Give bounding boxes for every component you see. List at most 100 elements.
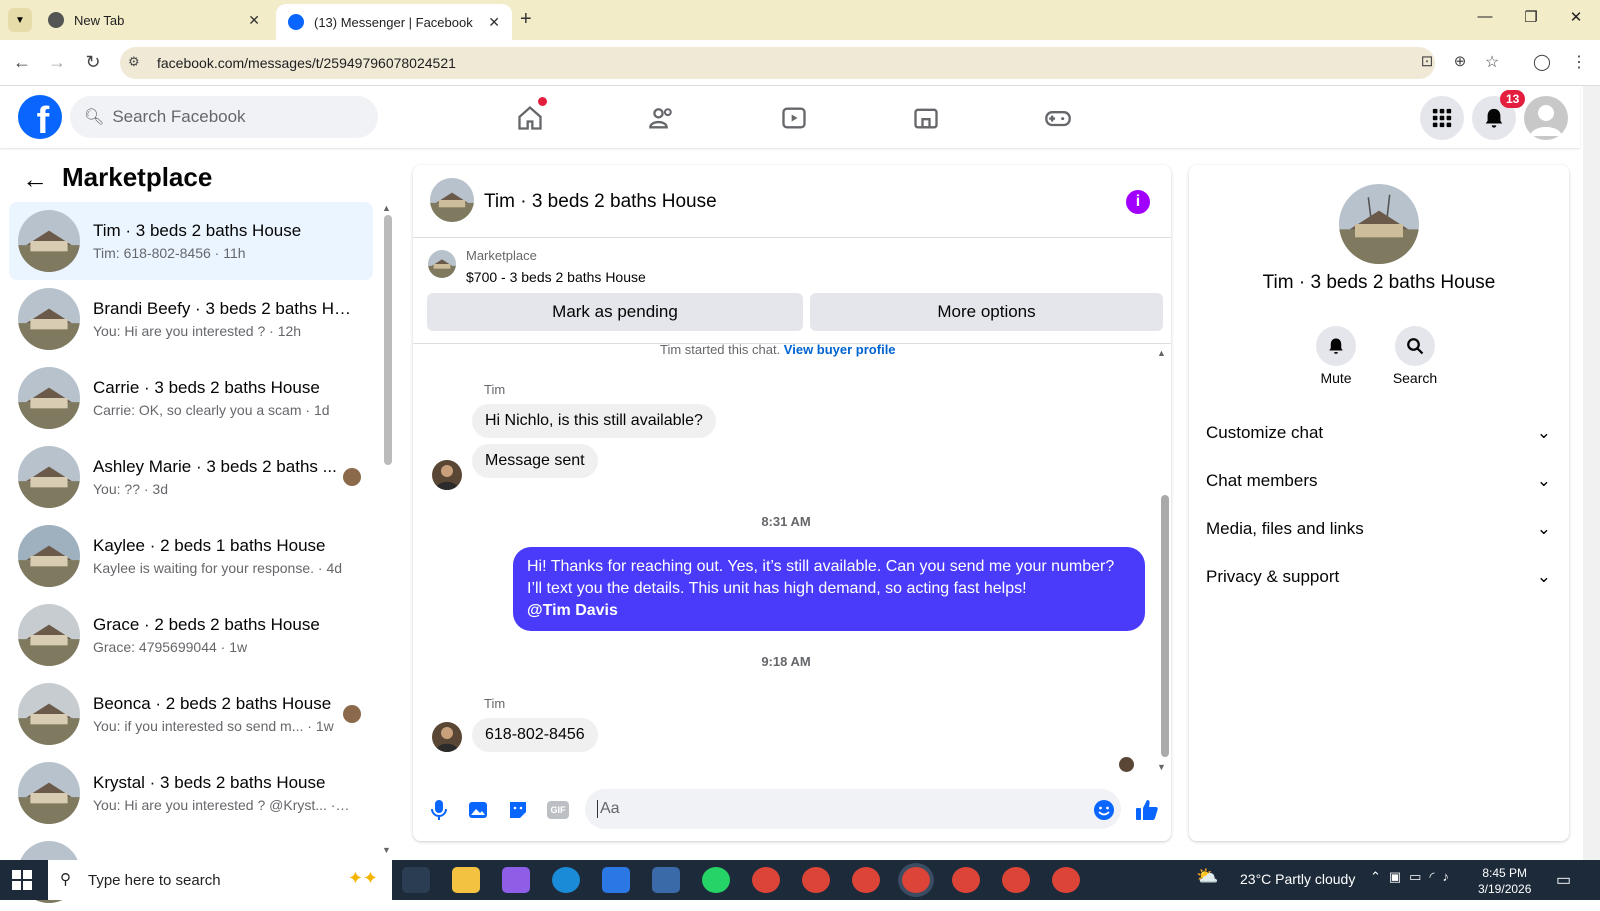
chat-scrollbar[interactable]	[1161, 495, 1169, 757]
details-avatar[interactable]	[1339, 184, 1419, 264]
more-options-button[interactable]: More options	[810, 293, 1163, 331]
chrome-profile-icon[interactable]	[852, 867, 880, 893]
restore-button[interactable]: ❐	[1516, 8, 1546, 26]
chat-started-note: Tim started this chat. View buyer profil…	[660, 342, 896, 357]
view-buyer-profile-link[interactable]: View buyer profile	[784, 342, 896, 357]
close-window-button[interactable]: ✕	[1561, 8, 1591, 26]
chrome-profile-icon[interactable]	[1052, 867, 1080, 893]
whatsapp-icon[interactable]	[702, 867, 730, 893]
mark-as-pending-button[interactable]: Mark as pending	[427, 293, 803, 331]
profile-icon[interactable]: ◯	[1530, 52, 1554, 72]
privacy-support-row[interactable]: Privacy & support ⌄	[1206, 567, 1551, 587]
chat-header-avatar[interactable]	[430, 178, 474, 222]
gaming-icon[interactable]	[1038, 100, 1078, 136]
taskbar-search-input[interactable]: ⚲ Type here to search ✦✦	[48, 860, 392, 900]
install-icon[interactable]: ⊡	[1415, 52, 1439, 70]
customize-chat-row[interactable]: Customize chat ⌄	[1206, 423, 1551, 443]
incoming-message[interactable]: 618-802-8456	[472, 718, 598, 752]
calculator-icon[interactable]	[652, 867, 680, 893]
back-icon[interactable]: ←	[10, 52, 34, 73]
sender-avatar[interactable]	[432, 722, 462, 752]
read-receipt-avatar	[1119, 757, 1134, 772]
home-icon[interactable]	[510, 97, 550, 136]
zoom-icon[interactable]: ⊕	[1448, 52, 1472, 70]
listing-thumbnail[interactable]	[428, 250, 456, 278]
microphone-icon[interactable]	[426, 797, 452, 823]
bell-icon	[1485, 108, 1503, 128]
menu-grid-button[interactable]	[1420, 96, 1464, 140]
conversation-name: Kaylee · 2 beds 1 baths House	[93, 536, 326, 555]
conversation-item[interactable]: Krystal · 3 beds 2 baths House You: Hi ar…	[9, 754, 373, 832]
video-icon[interactable]	[774, 100, 814, 136]
back-arrow-icon[interactable]: ←	[22, 164, 48, 195]
minimize-button[interactable]: —	[1470, 8, 1500, 25]
facebook-logo[interactable]: f	[18, 95, 62, 139]
account-avatar[interactable]	[1524, 96, 1568, 140]
scroll-up-icon[interactable]: ▲	[382, 203, 391, 213]
windows-start-icon[interactable]	[12, 870, 32, 895]
copilot-icon[interactable]	[502, 867, 530, 893]
chat-title[interactable]: Tim · 3 beds 2 baths House	[484, 191, 717, 213]
task-view-icon[interactable]	[402, 867, 430, 893]
tab-new-tab[interactable]: New Tab ✕	[36, 0, 272, 40]
mention[interactable]: @Tim Davis	[527, 600, 1131, 622]
sender-avatar[interactable]	[432, 460, 462, 490]
like-thumb-icon[interactable]	[1134, 797, 1160, 823]
taskbar-clock[interactable]: 8:45 PM 3/19/2026	[1478, 865, 1531, 897]
sticker-icon[interactable]	[505, 797, 531, 823]
started-text: Tim started this chat.	[660, 342, 781, 357]
edge-icon[interactable]	[552, 867, 580, 893]
info-icon[interactable]: i	[1126, 190, 1150, 214]
site-info-icon[interactable]: ⚙	[128, 54, 140, 70]
new-tab-button[interactable]: +	[520, 8, 532, 31]
weather-icon: ⛅	[1196, 866, 1219, 886]
mute-button[interactable]	[1316, 326, 1356, 366]
photo-icon[interactable]	[465, 797, 491, 823]
conversation-item[interactable]: Brandi Beefy · 3 beds 2 baths Ho... You: …	[9, 280, 373, 358]
conversation-item[interactable]: Carrie · 3 beds 2 baths House Carrie: OK,…	[9, 359, 373, 437]
bookmark-star-icon[interactable]: ☆	[1480, 52, 1504, 72]
tab-list-button[interactable]: ▼	[8, 8, 32, 32]
chat-members-row[interactable]: Chat members ⌄	[1206, 471, 1551, 491]
system-tray-icons[interactable]: ⌃▣▭◜♪	[1370, 869, 1457, 885]
sparkle-icon: ✦✦	[347, 868, 378, 888]
url-text[interactable]: facebook.com/messages/t/2594979607802452…	[157, 55, 456, 71]
chrome-profile-icon[interactable]	[752, 867, 780, 893]
tab-messenger[interactable]: (13) Messenger | Facebook ✕	[276, 4, 512, 40]
notification-center-icon[interactable]: ▭	[1556, 870, 1571, 890]
incoming-message[interactable]: Hi Nichlo, is this still available?	[472, 404, 716, 438]
scroll-down-icon[interactable]: ▼	[1157, 762, 1166, 772]
gif-icon[interactable]: GIF	[545, 797, 571, 823]
menu-icon[interactable]: ⋮	[1567, 52, 1591, 72]
chrome-profile-icon[interactable]	[1002, 867, 1030, 893]
chrome-profile-icon[interactable]	[802, 867, 830, 893]
scroll-up-icon[interactable]: ▲	[1157, 348, 1166, 358]
chrome-profile-icon[interactable]	[952, 867, 980, 893]
sidebar-scrollbar[interactable]	[384, 215, 392, 465]
store-icon[interactable]	[602, 867, 630, 893]
search-placeholder: Search Facebook	[112, 107, 246, 126]
friends-icon[interactable]	[642, 100, 682, 136]
weather-text[interactable]: 23°C Partly cloudy	[1240, 871, 1355, 887]
message-input[interactable]: Aa	[585, 789, 1121, 829]
emoji-icon[interactable]	[1091, 797, 1117, 823]
file-explorer-icon[interactable]	[452, 867, 480, 893]
conversation-name: Tim · 3 beds 2 baths House	[93, 221, 302, 240]
search-conversation-button[interactable]	[1395, 326, 1435, 366]
reload-icon[interactable]: ↻	[81, 52, 105, 73]
page-scrollbar[interactable]	[1583, 86, 1600, 860]
conversation-item[interactable]: Ashley Marie · 3 beds 2 baths ... You: ??…	[9, 438, 373, 516]
conversation-item[interactable]: Tim · 3 beds 2 baths House Tim: 618-802-8…	[9, 202, 373, 280]
outgoing-message[interactable]: Hi! Thanks for reaching out. Yes, it’s s…	[513, 547, 1145, 631]
listing-price[interactable]: $700 - 3 beds 2 baths House	[466, 269, 646, 285]
conversation-item[interactable]: Beonca · 2 beds 2 baths House You: if you…	[9, 675, 373, 753]
chrome-profile-icon[interactable]	[902, 867, 930, 893]
tab-close-button[interactable]: ✕	[248, 12, 260, 29]
facebook-search-input[interactable]: 🔍︎ Search Facebook	[70, 96, 378, 138]
incoming-message[interactable]: Message sent	[472, 444, 598, 478]
marketplace-icon[interactable]	[906, 100, 946, 136]
media-files-links-row[interactable]: Media, files and links ⌄	[1206, 519, 1551, 539]
forward-icon[interactable]: →	[45, 52, 69, 73]
scroll-down-icon[interactable]: ▼	[382, 845, 391, 855]
tab-close-button[interactable]: ✕	[488, 14, 500, 31]
